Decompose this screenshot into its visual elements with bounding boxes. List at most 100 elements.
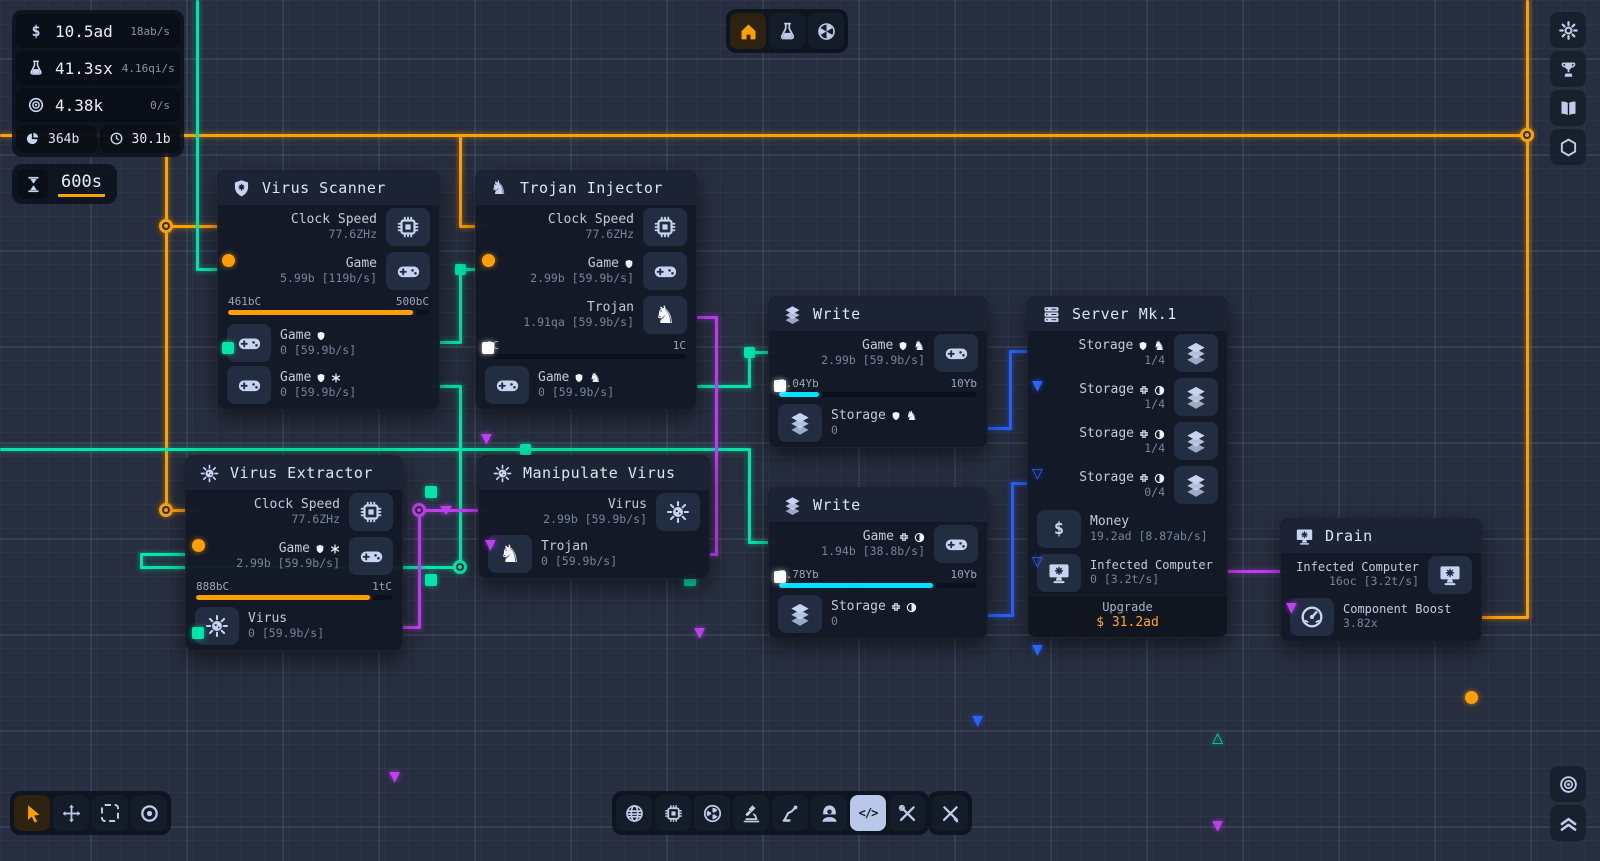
input-port[interactable] — [774, 380, 786, 392]
input-port[interactable]: ▼ — [1286, 601, 1297, 615]
input-port[interactable] — [774, 571, 786, 583]
wire — [697, 385, 751, 388]
monitor-virus-icon[interactable] — [1428, 556, 1472, 594]
node-header[interactable]: Drain — [1281, 519, 1481, 553]
node-server-mk1[interactable]: Server Mk.1 ▼ Storage♞1/4 ▽ Storage1/4 ▽… — [1027, 296, 1228, 638]
compress-badge-icon — [891, 602, 901, 612]
node-drain[interactable]: Drain ▼ Infected Computer16oc [3.2t/s] C… — [1280, 518, 1482, 642]
layers-icon[interactable] — [778, 404, 822, 442]
input-port[interactable]: ▼ — [481, 432, 492, 446]
guide-button[interactable] — [1550, 90, 1586, 126]
node-header[interactable]: ♞ Trojan Injector — [476, 171, 696, 205]
robotics-button[interactable] — [772, 795, 808, 831]
virus-icon[interactable] — [656, 493, 700, 531]
layers-icon[interactable] — [778, 595, 822, 633]
knight-icon[interactable]: ♞ — [643, 296, 687, 334]
input-port[interactable] — [222, 254, 235, 267]
modules-button[interactable] — [1550, 129, 1586, 165]
node-header[interactable]: Virus Extractor — [186, 456, 402, 490]
move-tool-button[interactable] — [53, 795, 89, 831]
input-port[interactable]: ▼ — [1032, 379, 1043, 393]
pie-icon — [25, 131, 41, 147]
factory-canvas[interactable]: Virus Scanner Clock Speed77.6ZHz Game5.9… — [0, 0, 1600, 861]
input-port[interactable] — [192, 539, 205, 552]
node-manipulate-virus[interactable]: Manipulate Virus ▼ Virus2.99b [59.9b/s] … — [478, 455, 710, 579]
tools-icon — [897, 803, 918, 824]
output-port[interactable]: ▼ — [1212, 819, 1223, 833]
input-port[interactable]: ▼ — [485, 538, 496, 552]
row-value: 0 [59.9b/s] — [541, 555, 691, 569]
input-port[interactable]: ▼ — [1032, 643, 1043, 657]
cpu-icon[interactable] — [386, 208, 430, 246]
node-virus-scanner[interactable]: Virus Scanner Clock Speed77.6ZHz Game5.9… — [217, 170, 440, 410]
network-button[interactable] — [616, 795, 652, 831]
input-port[interactable] — [482, 254, 495, 267]
cpu-icon[interactable] — [643, 208, 687, 246]
node-header[interactable]: Virus Scanner — [218, 171, 439, 205]
upgrade-button[interactable]: Upgrade $ 31.2ad — [1028, 595, 1227, 637]
output-port[interactable]: △ — [1212, 731, 1223, 745]
tools-button[interactable] — [889, 795, 925, 831]
input-port[interactable]: ▽ — [1032, 555, 1043, 569]
gamepad-icon[interactable] — [227, 366, 271, 404]
layers-icon[interactable] — [1174, 378, 1218, 416]
home-button[interactable] — [730, 13, 766, 49]
input-port[interactable]: ▽ — [1032, 467, 1043, 481]
collapse-button[interactable] — [1550, 805, 1586, 841]
cooling-button[interactable] — [694, 795, 730, 831]
output-port[interactable]: ▼ — [972, 714, 983, 728]
row-label: Storage — [831, 600, 886, 615]
input-row: Clock Speed77.6ZHz — [218, 205, 439, 249]
cpu-icon[interactable] — [349, 493, 393, 531]
layers-icon[interactable] — [1174, 466, 1218, 504]
input-port[interactable] — [192, 627, 204, 639]
dollar-icon[interactable]: $ — [1037, 510, 1081, 548]
node-write-2[interactable]: Write Game1.94b [38.8b/s] 7.78Yb10Yb Sto… — [768, 487, 988, 639]
output-port[interactable]: ▼ — [694, 626, 705, 640]
select-tool-button[interactable] — [14, 795, 50, 831]
row-value: 1/4 — [1046, 398, 1165, 412]
output-row: Game0 [59.9b/s] — [218, 365, 439, 409]
wire — [1478, 616, 1528, 619]
input-port[interactable] — [222, 342, 234, 354]
scripts-button[interactable]: </> — [850, 795, 886, 831]
output-port[interactable] — [1465, 691, 1478, 704]
design-button[interactable] — [932, 795, 968, 831]
node-header[interactable]: Write — [769, 297, 987, 331]
output-port[interactable] — [425, 574, 437, 586]
center-view-button[interactable] — [1550, 766, 1586, 802]
input-row: ▼ Infected Computer16oc [3.2t/s] — [1281, 553, 1481, 597]
gamepad-icon[interactable] — [485, 366, 529, 404]
settings-button[interactable] — [1550, 12, 1586, 48]
layers-icon[interactable] — [1174, 334, 1218, 372]
hacker-button[interactable] — [811, 795, 847, 831]
gamepad-icon[interactable] — [349, 537, 393, 575]
node-header[interactable]: Server Mk.1 — [1028, 297, 1227, 331]
monitor-virus-icon[interactable] — [1037, 554, 1081, 592]
input-row: Clock Speed77.6ZHz — [186, 490, 402, 534]
bullseye-icon — [26, 95, 46, 115]
gamepad-icon[interactable] — [934, 334, 978, 372]
dollar-icon: $ — [26, 21, 46, 41]
automation-button[interactable] — [808, 13, 844, 49]
output-port[interactable]: ▼ — [389, 770, 400, 784]
virus-icon[interactable] — [195, 607, 239, 645]
gamepad-icon[interactable] — [386, 252, 430, 290]
marquee-tool-button[interactable] — [92, 795, 128, 831]
gamepad-icon[interactable] — [643, 252, 687, 290]
layers-icon[interactable] — [1174, 422, 1218, 460]
node-write-1[interactable]: Write Game♞2.99b [59.9b/s] 2.04Yb10Yb St… — [768, 296, 988, 448]
row-value: 2.99b [59.9b/s] — [497, 513, 647, 527]
node-header[interactable]: Manipulate Virus — [479, 456, 709, 490]
lab-button[interactable] — [733, 795, 769, 831]
achievements-button[interactable] — [1550, 51, 1586, 87]
output-port[interactable] — [425, 486, 437, 498]
research-button[interactable] — [769, 13, 805, 49]
gamepad-icon[interactable] — [934, 525, 978, 563]
node-header[interactable]: Write — [769, 488, 987, 522]
hardware-button[interactable] — [655, 795, 691, 831]
area-tool-button[interactable] — [131, 795, 167, 831]
node-virus-extractor[interactable]: Virus Extractor Clock Speed77.6ZHz Game2… — [185, 455, 403, 651]
node-trojan-injector[interactable]: ♞ Trojan Injector Clock Speed77.6ZHz Gam… — [475, 170, 697, 410]
input-port[interactable] — [482, 342, 494, 354]
